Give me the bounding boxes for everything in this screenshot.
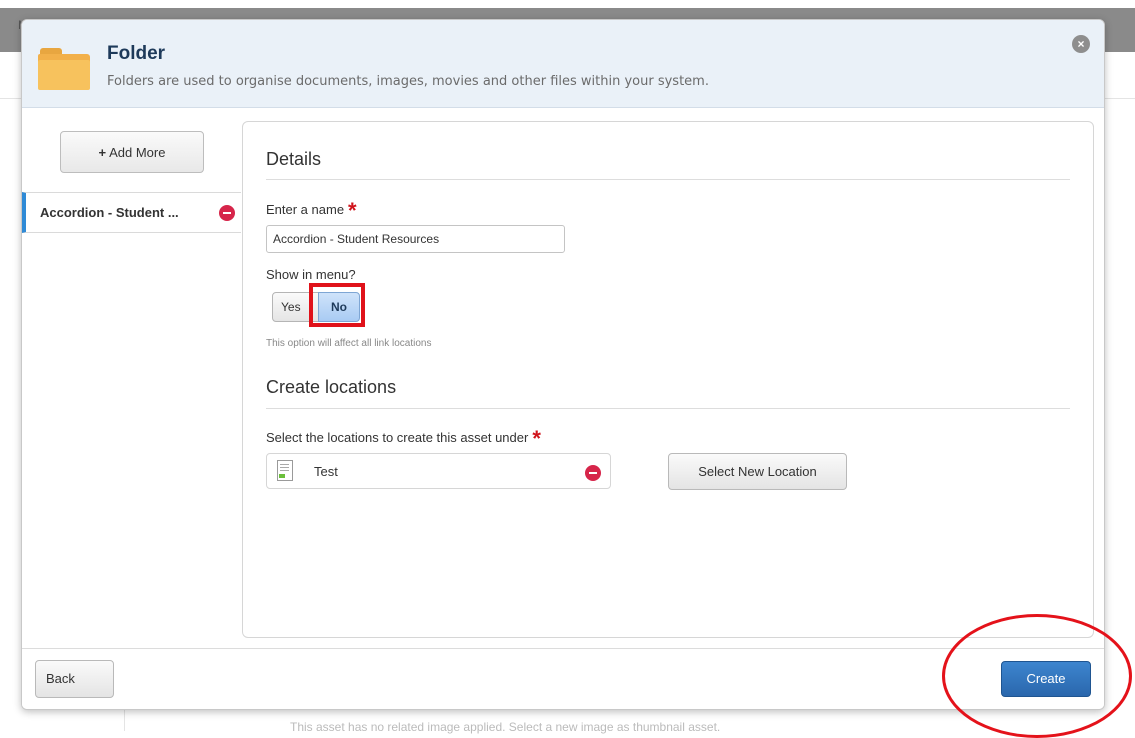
- add-more-label: Add More: [109, 145, 166, 160]
- plus-icon: +: [98, 145, 107, 160]
- name-label-text: Enter a name: [266, 202, 345, 217]
- show-in-menu-label: Show in menu?: [266, 267, 356, 282]
- required-star-icon: *: [348, 198, 357, 223]
- modal-title: Folder: [107, 43, 166, 64]
- remove-location-icon[interactable]: [585, 465, 601, 481]
- name-label: Enter a name *: [266, 198, 357, 224]
- locations-label-text: Select the locations to create this asse…: [266, 430, 529, 445]
- add-more-button[interactable]: + Add More: [60, 131, 204, 173]
- help-text: This option will affect all link locatio…: [266, 338, 432, 349]
- folder-modal: Folder Folders are used to organise docu…: [21, 19, 1105, 710]
- required-star-icon: *: [532, 426, 541, 451]
- sidebar-item-accordion[interactable]: Accordion - Student ...: [22, 192, 241, 233]
- annotation-circle: [942, 614, 1132, 738]
- back-button[interactable]: Back: [35, 660, 114, 698]
- page-icon: [277, 460, 295, 482]
- details-heading: Details: [266, 149, 322, 169]
- annotation-highlight-box: [309, 283, 365, 327]
- location-label: Test: [314, 464, 338, 479]
- background-hint-text: This asset has no related image applied.…: [290, 720, 721, 734]
- locations-divider: [266, 408, 1070, 409]
- details-panel: Details Enter a name* Show in menu? Yes …: [242, 121, 1094, 638]
- close-icon[interactable]: ×: [1072, 35, 1090, 53]
- modal-subtitle: Folders are used to organise documents, …: [107, 74, 709, 89]
- locations-label: Select the locations to create this asse…: [266, 426, 541, 452]
- details-divider: [266, 179, 1070, 180]
- select-new-location-button[interactable]: Select New Location: [668, 453, 847, 490]
- sidebar-item-label: Accordion - Student ...: [40, 205, 179, 220]
- remove-icon[interactable]: [219, 205, 235, 221]
- location-item: Test: [266, 453, 611, 489]
- folder-icon: [38, 48, 90, 90]
- modal-header: Folder Folders are used to organise docu…: [22, 20, 1104, 108]
- locations-heading: Create locations: [266, 377, 397, 397]
- name-input[interactable]: [266, 225, 565, 253]
